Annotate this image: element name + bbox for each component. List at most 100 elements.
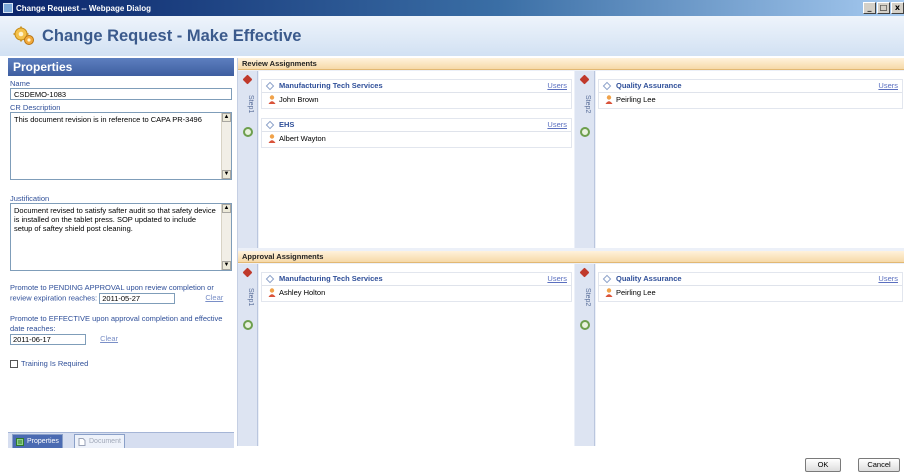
justification-label: Justification	[10, 194, 50, 203]
review-step1-rail: Step1	[238, 71, 258, 248]
group-name: Quality Assurance	[616, 274, 682, 283]
gears-icon	[12, 24, 36, 48]
approval-step2-lane: Quality Assurance Users Peirling Lee	[596, 264, 904, 446]
member-row: Ashley Holton	[262, 286, 571, 299]
approval-step1-lane: Manufacturing Tech Services Users Ashley…	[259, 264, 574, 446]
pending-date-input[interactable]: 2011-05-27	[99, 293, 176, 304]
properties-panel: Properties Name CSDEMO-1083 CR Descripti…	[8, 58, 234, 448]
scroll-down-icon[interactable]: ▼	[222, 170, 231, 179]
group-name: Quality Assurance	[616, 81, 682, 90]
name-label: Name	[10, 79, 31, 88]
review-step2-rail: Step2	[575, 71, 595, 248]
group-card: Quality Assurance Users Peirling Lee	[598, 79, 903, 109]
users-link[interactable]: Users	[547, 273, 567, 285]
tab-label: Document	[89, 438, 121, 445]
effective-clear-link[interactable]: Clear	[100, 334, 118, 343]
description-textarea[interactable]: This document revision is in reference t…	[10, 112, 232, 180]
person-icon	[268, 95, 276, 104]
person-icon	[268, 134, 276, 143]
description-scrollbar[interactable]: ▲ ▼	[221, 113, 231, 179]
approval-step2-rail: Step2	[575, 264, 595, 446]
minimize-button[interactable]: _	[863, 2, 876, 14]
member-name: John Brown	[279, 95, 319, 104]
users-link[interactable]: Users	[878, 273, 898, 285]
group-icon	[265, 274, 275, 284]
dialog-header: Change Request - Make Effective	[0, 16, 904, 56]
member-row: Albert Wayton	[262, 132, 571, 145]
cancel-button[interactable]: Cancel	[858, 458, 900, 472]
person-icon	[605, 95, 613, 104]
step-label: Step1	[247, 288, 254, 307]
ok-button[interactable]: OK	[805, 458, 841, 472]
description-text: This document revision is in reference t…	[14, 115, 202, 124]
name-field[interactable]: CSDEMO-1083	[10, 88, 232, 100]
tab-label: Properties	[27, 438, 59, 445]
training-row[interactable]: Training Is Required	[10, 359, 232, 369]
review-step2-lane: Quality Assurance Users Peirling Lee	[596, 71, 904, 248]
maximize-button[interactable]: □	[877, 2, 890, 14]
review-step1-lane: Manufacturing Tech Services Users John B…	[259, 71, 574, 248]
window-titlebar: Change Request -- Webpage Dialog _ □ x	[0, 0, 904, 16]
refresh-icon[interactable]	[243, 320, 253, 330]
group-header: Manufacturing Tech Services Users	[262, 273, 571, 286]
member-name: Peirling Lee	[616, 95, 656, 104]
group-card: Quality Assurance Users Peirling Lee	[598, 272, 903, 302]
effective-date-input[interactable]: 2011-06-17	[10, 334, 86, 345]
group-header: Quality Assurance Users	[599, 80, 902, 93]
users-link[interactable]: Users	[547, 119, 567, 131]
training-label: Training Is Required	[21, 359, 89, 368]
group-name: Manufacturing Tech Services	[279, 274, 383, 283]
promote-effective-section: Promote to EFFECTIVE upon approval compl…	[10, 314, 232, 345]
page-title: Change Request - Make Effective	[42, 26, 302, 45]
group-card: Manufacturing Tech Services Users John B…	[261, 79, 572, 109]
group-icon	[265, 81, 275, 91]
pin-icon[interactable]	[579, 74, 590, 85]
justification-scrollbar[interactable]: ▲ ▼	[221, 204, 231, 270]
close-button[interactable]: x	[891, 2, 904, 14]
app-icon	[3, 3, 13, 13]
refresh-icon[interactable]	[243, 127, 253, 137]
step-label: Step2	[584, 288, 591, 307]
group-header: Quality Assurance Users	[599, 273, 902, 286]
pin-icon[interactable]	[242, 74, 253, 85]
promote-effective-text: Promote to EFFECTIVE upon approval compl…	[10, 314, 223, 333]
justification-text: Document revised to satisfy safter audit…	[14, 206, 216, 233]
group-card: EHS Users Albert Wayton	[261, 118, 572, 148]
pin-icon[interactable]	[242, 267, 253, 278]
step-label: Step2	[584, 95, 591, 114]
window-controls: _ □ x	[863, 2, 904, 14]
justification-textarea[interactable]: Document revised to satisfy safter audit…	[10, 203, 232, 271]
member-name: Albert Wayton	[279, 134, 326, 143]
group-header: EHS Users	[262, 119, 571, 132]
bottom-tabbar: Properties Document	[8, 432, 234, 448]
refresh-icon[interactable]	[580, 320, 590, 330]
group-icon	[265, 120, 275, 130]
window-title: Change Request -- Webpage Dialog	[16, 3, 151, 13]
promote-pending-section: Promote to PENDING APPROVAL upon review …	[10, 283, 232, 304]
member-row: Peirling Lee	[599, 286, 902, 299]
tab-document[interactable]: Document	[74, 434, 125, 448]
member-row: John Brown	[262, 93, 571, 106]
pending-clear-link[interactable]: Clear	[205, 293, 223, 302]
group-card: Manufacturing Tech Services Users Ashley…	[261, 272, 572, 302]
assignments-area: Review Assignments Step1 Manufacturing T…	[237, 58, 904, 446]
scroll-up-icon[interactable]: ▲	[222, 204, 231, 213]
properties-tab-icon	[16, 438, 24, 446]
group-icon	[602, 81, 612, 91]
users-link[interactable]: Users	[878, 80, 898, 92]
group-icon	[602, 274, 612, 284]
properties-title: Properties	[8, 58, 234, 76]
scroll-down-icon[interactable]: ▼	[222, 261, 231, 270]
refresh-icon[interactable]	[580, 127, 590, 137]
document-tab-icon	[78, 438, 86, 446]
scroll-up-icon[interactable]: ▲	[222, 113, 231, 122]
person-icon	[605, 288, 613, 297]
tab-properties[interactable]: Properties	[12, 434, 63, 448]
review-assignments-header: Review Assignments	[238, 58, 904, 70]
description-label: CR Description	[10, 103, 61, 112]
users-link[interactable]: Users	[547, 80, 567, 92]
member-name: Ashley Holton	[279, 288, 326, 297]
pin-icon[interactable]	[579, 267, 590, 278]
person-icon	[268, 288, 276, 297]
training-checkbox[interactable]	[10, 360, 18, 369]
